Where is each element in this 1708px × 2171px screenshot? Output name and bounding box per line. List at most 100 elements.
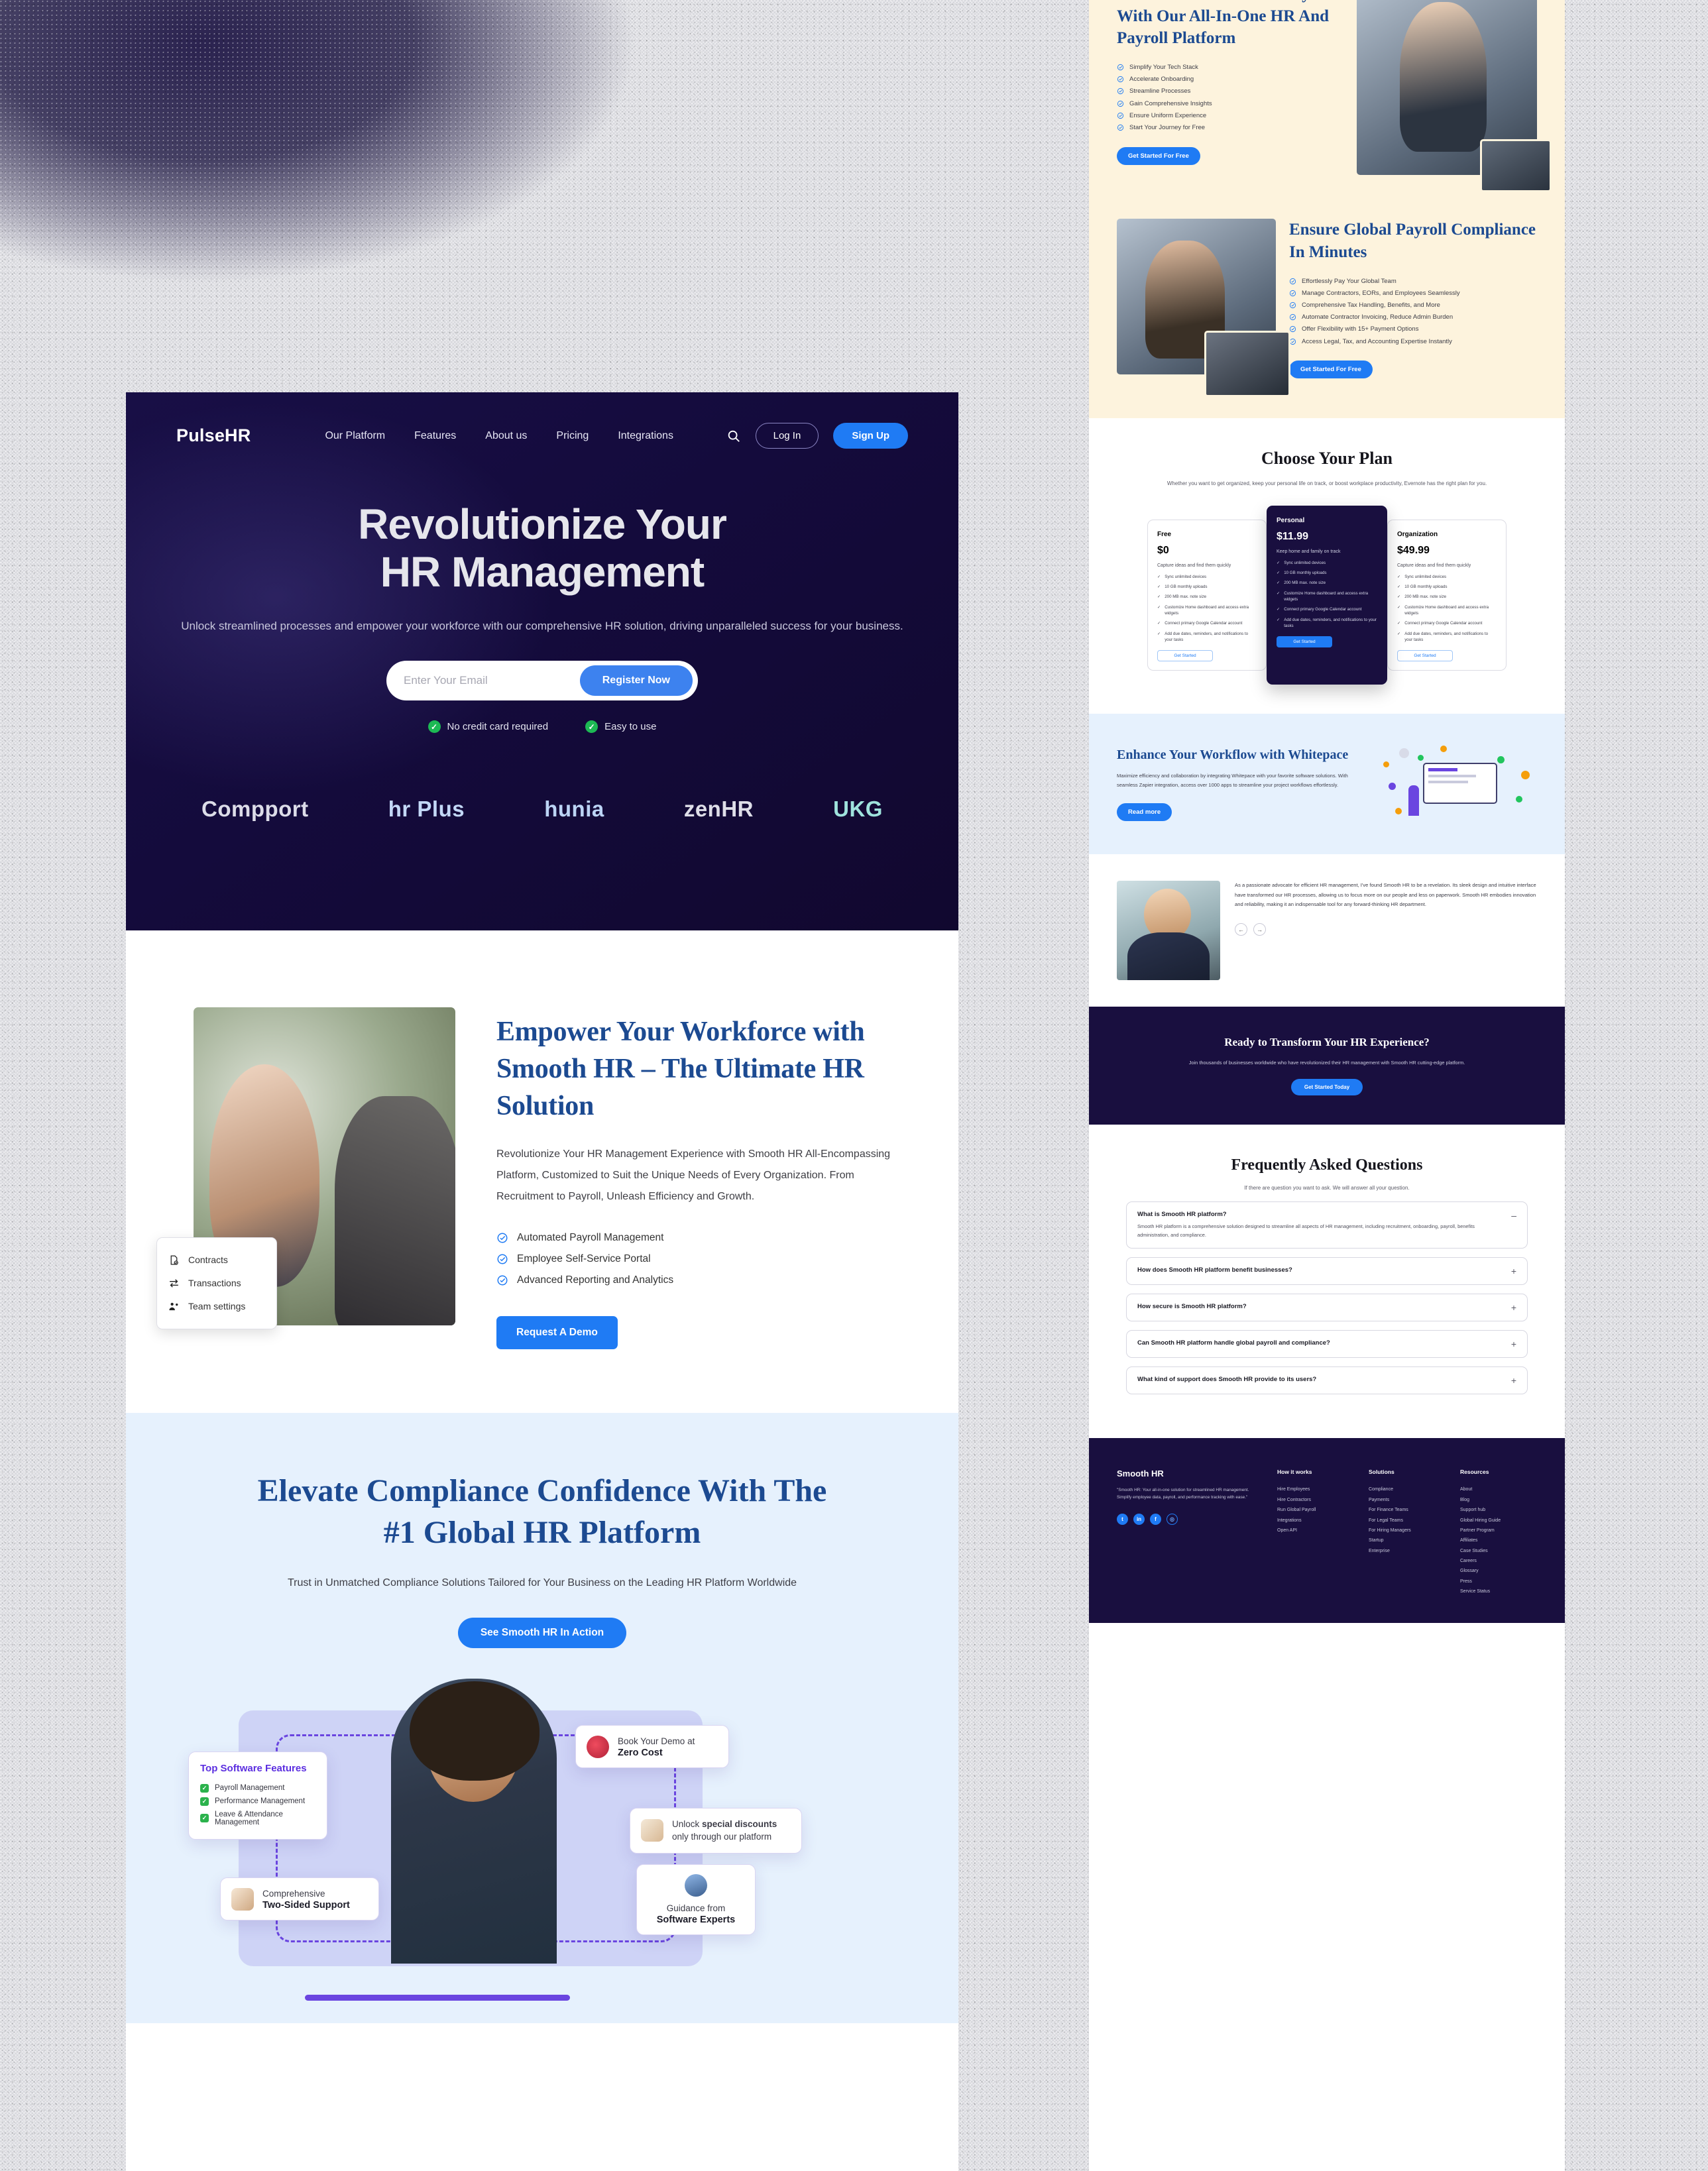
faq-toggle-icon[interactable]: + <box>1511 1376 1516 1385</box>
float-item-team-settings[interactable]: Team settings <box>168 1295 265 1318</box>
plan-desc: Capture ideas and find them quickly <box>1397 563 1471 568</box>
pricing-section: Choose Your Plan Whether you want to get… <box>1089 418 1565 714</box>
deco-dot <box>1440 745 1447 752</box>
plan-name: Organization <box>1397 530 1438 538</box>
faq-item[interactable]: Can Smooth HR platform handle global pay… <box>1126 1330 1528 1359</box>
footer-link[interactable]: For Hiring Managers <box>1369 1526 1443 1535</box>
footer-link[interactable]: Service Status <box>1460 1586 1534 1596</box>
footer-link[interactable]: Integrations <box>1277 1515 1351 1525</box>
card-demo-line1: Book Your Demo at <box>618 1736 695 1747</box>
faq-toggle-icon[interactable]: + <box>1511 1303 1516 1312</box>
monitor-line <box>1428 774 1476 777</box>
check-icon: ✓ <box>585 720 598 734</box>
register-now-button[interactable]: Register Now <box>579 665 693 696</box>
footer-link[interactable]: Open API <box>1277 1526 1351 1535</box>
whitepace-read-more-button[interactable]: Read more <box>1117 803 1172 822</box>
payroll-image-group <box>1117 219 1290 397</box>
testimonial-next-button[interactable]: → <box>1253 923 1266 936</box>
footer-link[interactable]: Startup <box>1369 1535 1443 1545</box>
linkedin-icon[interactable]: in <box>1133 1513 1145 1525</box>
empower-feature-item: Automated Payroll Management <box>496 1227 908 1249</box>
nav-link-our-platform[interactable]: Our Platform <box>325 430 385 442</box>
footer-link[interactable]: Partner Program <box>1460 1526 1534 1535</box>
document-icon <box>170 1255 178 1265</box>
plan-cta-free[interactable]: Get Started <box>1157 650 1213 662</box>
payroll-item-label: Automate Contractor Invoicing, Reduce Ad… <box>1302 313 1453 321</box>
footer-link[interactable]: Blog <box>1460 1495 1534 1505</box>
footer-link[interactable]: Hire Contractors <box>1277 1495 1351 1505</box>
nav-link-integrations[interactable]: Integrations <box>618 430 673 442</box>
faq-toggle-icon[interactable]: – <box>1511 1211 1516 1220</box>
check-circle-icon <box>1289 290 1296 296</box>
facebook-icon[interactable]: f <box>1150 1513 1161 1525</box>
person-figure <box>1408 785 1419 816</box>
footer-link[interactable]: Case Studies <box>1460 1545 1534 1555</box>
signup-button[interactable]: Sign Up <box>833 423 908 449</box>
footer-link[interactable]: Affiliates <box>1460 1535 1534 1545</box>
compliance-heading-line1: Elevate Compliance Confidence With The <box>257 1473 827 1508</box>
hero-section: PulseHR Our Platform Features About us P… <box>126 392 958 930</box>
float-item-transactions[interactable]: Transactions <box>168 1272 265 1295</box>
footer-link[interactable]: Enterprise <box>1369 1545 1443 1555</box>
footer-link[interactable]: Press <box>1460 1577 1534 1586</box>
footer-link[interactable]: For Legal Teams <box>1369 1515 1443 1525</box>
email-input[interactable] <box>393 666 580 696</box>
nav-link-features[interactable]: Features <box>414 430 456 442</box>
plan-features: ✓ Sync unlimited devices ✓ 10 GB monthly u… <box>1277 558 1377 631</box>
instagram-icon[interactable]: ◎ <box>1167 1513 1178 1525</box>
global-payroll-section: Ensure Global Payroll Compliance In Minu… <box>1089 219 1565 397</box>
payroll-list: Effortlessly Pay Your Global Team Manage… <box>1289 275 1537 347</box>
check-icon: ✓ <box>1157 621 1161 626</box>
testimonial-prev-button[interactable]: ← <box>1235 923 1247 936</box>
card-experts-line1: Guidance from <box>666 1903 726 1914</box>
footer-link[interactable]: Support hub <box>1460 1505 1534 1515</box>
footer-link[interactable]: Careers <box>1460 1556 1534 1566</box>
check-icon: ✓ <box>1397 621 1401 626</box>
check-circle-icon <box>1117 88 1124 95</box>
plan-feature: ✓ 10 GB monthly uploads <box>1277 571 1327 576</box>
payroll-item: Effortlessly Pay Your Global Team <box>1289 275 1537 287</box>
float-item-contracts[interactable]: Contracts <box>168 1249 265 1272</box>
cta-paragraph: Join thousands of businesses worldwide w… <box>1188 1059 1465 1066</box>
footer-link[interactable]: For Finance Teams <box>1369 1505 1443 1515</box>
hero-title-line1: Revolutionize Your <box>358 500 727 548</box>
footer-link[interactable]: Payments <box>1369 1495 1443 1505</box>
check-icon: ✓ <box>1397 631 1401 636</box>
footer-link[interactable]: Run Global Payroll <box>1277 1505 1351 1515</box>
plan-feature: ✓ 200 MB max. note size <box>1277 581 1326 586</box>
search-icon[interactable] <box>726 429 741 443</box>
footer-link[interactable]: Compliance <box>1369 1484 1443 1494</box>
faq-item[interactable]: How secure is Smooth HR platform? + <box>1126 1294 1528 1322</box>
faq-toggle-icon[interactable]: + <box>1511 1339 1516 1349</box>
faq-item[interactable]: What is Smooth HR platform? Smooth HR pl… <box>1126 1201 1528 1249</box>
plan-cta-personal[interactable]: Get Started <box>1277 636 1332 648</box>
pricing-subtitle: Whether you want to get organized, keep … <box>1167 480 1487 487</box>
see-smooth-hr-in-action-button[interactable]: See Smooth HR In Action <box>457 1618 627 1649</box>
login-button[interactable]: Log In <box>755 423 819 449</box>
footer-link[interactable]: About <box>1460 1484 1534 1494</box>
check-circle-icon <box>1289 326 1296 333</box>
twitter-icon[interactable]: t <box>1117 1513 1128 1525</box>
get-started-today-button[interactable]: Get Started Today <box>1290 1079 1363 1096</box>
check-icon: ✓ <box>1157 604 1161 610</box>
footer-link[interactable]: Global Hiring Guide <box>1460 1515 1534 1525</box>
expert-avatar-icon <box>685 1874 707 1897</box>
plan-cta-organization[interactable]: Get Started <box>1397 650 1453 662</box>
footer-link[interactable]: Hire Employees <box>1277 1484 1351 1494</box>
footer-link[interactable]: Glossary <box>1460 1566 1534 1576</box>
card-discount-line2: only through our platform <box>672 1832 772 1842</box>
empower-paragraph: Revolutionize Your HR Management Experie… <box>496 1148 891 1202</box>
unlock-get-started-button[interactable]: Get Started For Free <box>1117 146 1200 165</box>
faq-toggle-icon[interactable]: + <box>1511 1266 1516 1276</box>
nav-link-pricing[interactable]: Pricing <box>556 430 589 442</box>
card-experts-line2: Software Experts <box>656 1915 736 1926</box>
faq-item[interactable]: How does Smooth HR platform benefit busi… <box>1126 1257 1528 1286</box>
faq-item[interactable]: What kind of support does Smooth HR prov… <box>1126 1366 1528 1395</box>
request-demo-button[interactable]: Request A Demo <box>496 1315 618 1349</box>
plan-feature: ✓ 200 MB max. note size <box>1157 594 1207 600</box>
brand-logo[interactable]: PulseHR <box>176 425 251 446</box>
payroll-get-started-button[interactable]: Get Started For Free <box>1289 361 1373 379</box>
nav-link-about-us[interactable]: About us <box>485 430 527 442</box>
whitepace-heading: Enhance Your Workflow with Whitepace <box>1117 748 1349 763</box>
purple-accent-bar <box>305 1995 570 2001</box>
